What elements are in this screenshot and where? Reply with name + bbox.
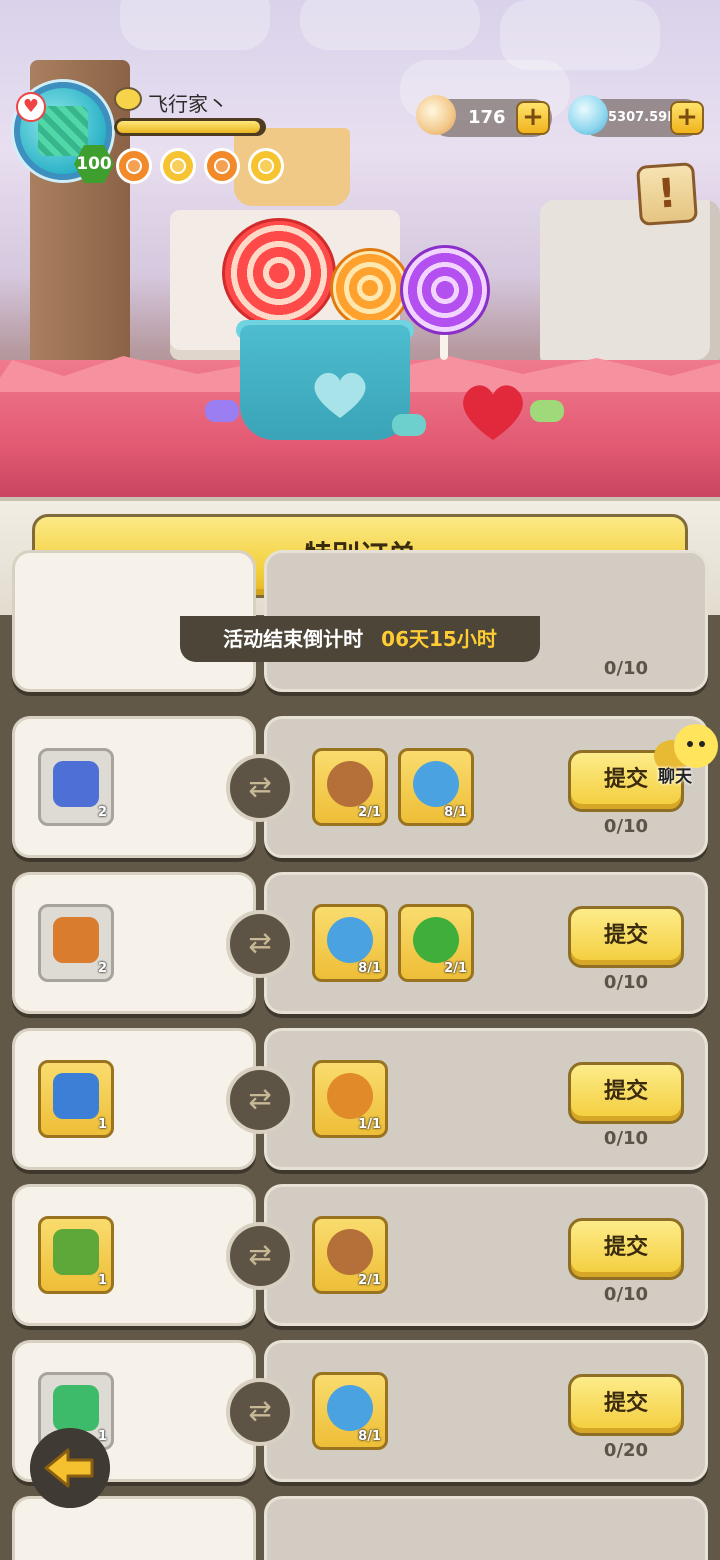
order-progress: 0/10 [603,972,649,993]
candy-scene-background [0,0,720,500]
requirement-count: 2/1 [358,1273,381,1288]
order-progress: 0/20 [603,1440,649,1461]
order-progress: 0/10 [603,1284,649,1305]
crown-buff-icon[interactable] [248,148,284,184]
gem-currency: 5307.59M + [568,95,704,137]
reward-count: 1 [97,1273,107,1288]
submit-button[interactable]: 提交 [568,906,684,968]
chat-label[interactable]: 聊天 [658,762,692,787]
reward-slot[interactable]: 2 [38,748,114,826]
purple-lollipop [400,245,490,335]
requirement-slot[interactable]: 8/1 [312,1372,388,1450]
order-progress: 0/10 [603,816,649,837]
requirement-slot[interactable]: 2/1 [312,748,388,826]
event-countdown: 活动结束倒计时 06天15小时 [180,616,540,662]
order-progress: 0/10 [603,658,649,679]
submit-button[interactable]: 提交 [568,1374,684,1436]
order-progress: 0/10 [603,1128,649,1149]
order-row: 1 ⇄ 2/1 提交 0/10 [0,1184,720,1332]
reward-count: 2 [97,805,107,820]
exchange-icon: ⇄ [226,1222,294,1290]
reward-card [12,1496,256,1560]
exchange-icon: ⇄ [226,1066,294,1134]
blue-crystal-icon [53,761,99,807]
requirement-count: 2/1 [358,805,381,820]
reward-count: 1 [97,1117,107,1132]
slingshot-icon [327,1229,373,1275]
shell-pearl-icon [416,95,456,135]
pinwheel-icon [413,761,459,807]
xp-fill [117,121,261,133]
player-name: 飞行家丶 [148,92,228,116]
requirement-card [264,1496,708,1560]
red-heart-decoration [463,385,523,440]
reward-slot[interactable]: 2 [38,904,114,982]
requirement-count: 8/1 [358,1429,381,1444]
back-arrow-icon[interactable] [30,1428,110,1508]
buff-icon-3[interactable] [204,148,240,184]
pinwheel-icon [327,917,373,963]
green-ticket-icon [53,1385,99,1431]
order-row: 2 ⇄ 2/1 8/1 提交 0/10 [0,716,720,864]
pearl-amount: 176 [468,107,506,128]
requirement-count: 8/1 [358,961,381,976]
order-row: 2 ⇄ 8/1 2/1 提交 0/10 [0,872,720,1020]
submit-button[interactable]: 提交 [568,1218,684,1280]
pearl-currency: 176 + [416,95,552,137]
heart-emblem [314,372,366,418]
countdown-value: 06天15小时 [381,627,497,651]
clover-icon [413,917,459,963]
stone-rock [540,200,720,370]
add-pearl-button[interactable]: + [516,101,550,135]
requirement-slot[interactable]: 1/1 [312,1060,388,1138]
xp-bar [114,118,266,136]
green-golem-icon [53,1229,99,1275]
notification-badge-icon: ♥ [16,92,46,122]
requirement-slot[interactable]: 8/1 [312,904,388,982]
exchange-icon: ⇄ [226,754,294,822]
requirement-slot[interactable]: 2/1 [398,904,474,982]
notice-board-icon[interactable]: ! [635,162,699,226]
pinwheel-icon [327,1385,373,1431]
buff-icon-2[interactable] [160,148,196,184]
requirement-slot[interactable]: 8/1 [398,748,474,826]
slingshot-icon [327,761,373,807]
order-row-partial [0,1496,720,1560]
add-gem-button[interactable]: + [670,101,704,135]
requirement-count: 1/1 [358,1117,381,1132]
submit-button[interactable]: 提交 [568,1062,684,1124]
blue-gem-icon [568,95,608,135]
player-emoji-icon [114,87,142,111]
orange-lollipop [330,248,410,328]
reward-count: 2 [97,961,107,976]
requirement-count: 8/1 [444,805,467,820]
requirement-count: 2/1 [444,961,467,976]
reward-slot[interactable]: 1 [38,1216,114,1294]
buff-icon-1[interactable] [116,148,152,184]
scroll-map-icon [53,917,99,963]
reward-slot[interactable]: 1 [38,1060,114,1138]
snail-icon [327,1073,373,1119]
red-lollipop [222,218,336,328]
exchange-icon: ⇄ [226,1378,294,1446]
exchange-icon: ⇄ [226,910,294,978]
order-row: 1 ⇄ 1/1 提交 0/10 [0,1028,720,1176]
blue-rune-icon [53,1073,99,1119]
requirement-slot[interactable]: 2/1 [312,1216,388,1294]
countdown-label: 活动结束倒计时 [223,627,364,651]
